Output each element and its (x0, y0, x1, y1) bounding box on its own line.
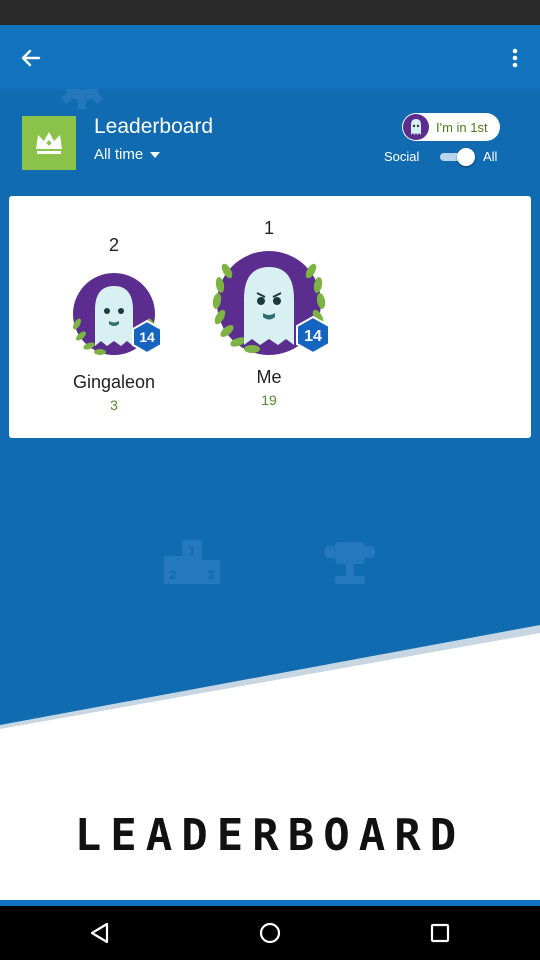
nav-back-icon (90, 922, 109, 944)
navigation-bar (0, 906, 540, 960)
white-background-wedge (0, 625, 540, 905)
nav-home-icon (259, 922, 281, 944)
status-bar (0, 0, 540, 25)
nav-home-button[interactable] (253, 916, 287, 950)
app-area: Leaderboard All time I'm in 1st Social A… (0, 25, 540, 905)
nav-back-button[interactable] (83, 916, 117, 950)
promo-banner-text: LEADERBOARD (74, 810, 466, 861)
nav-recents-icon (430, 923, 450, 943)
nav-recents-button[interactable] (423, 916, 457, 950)
